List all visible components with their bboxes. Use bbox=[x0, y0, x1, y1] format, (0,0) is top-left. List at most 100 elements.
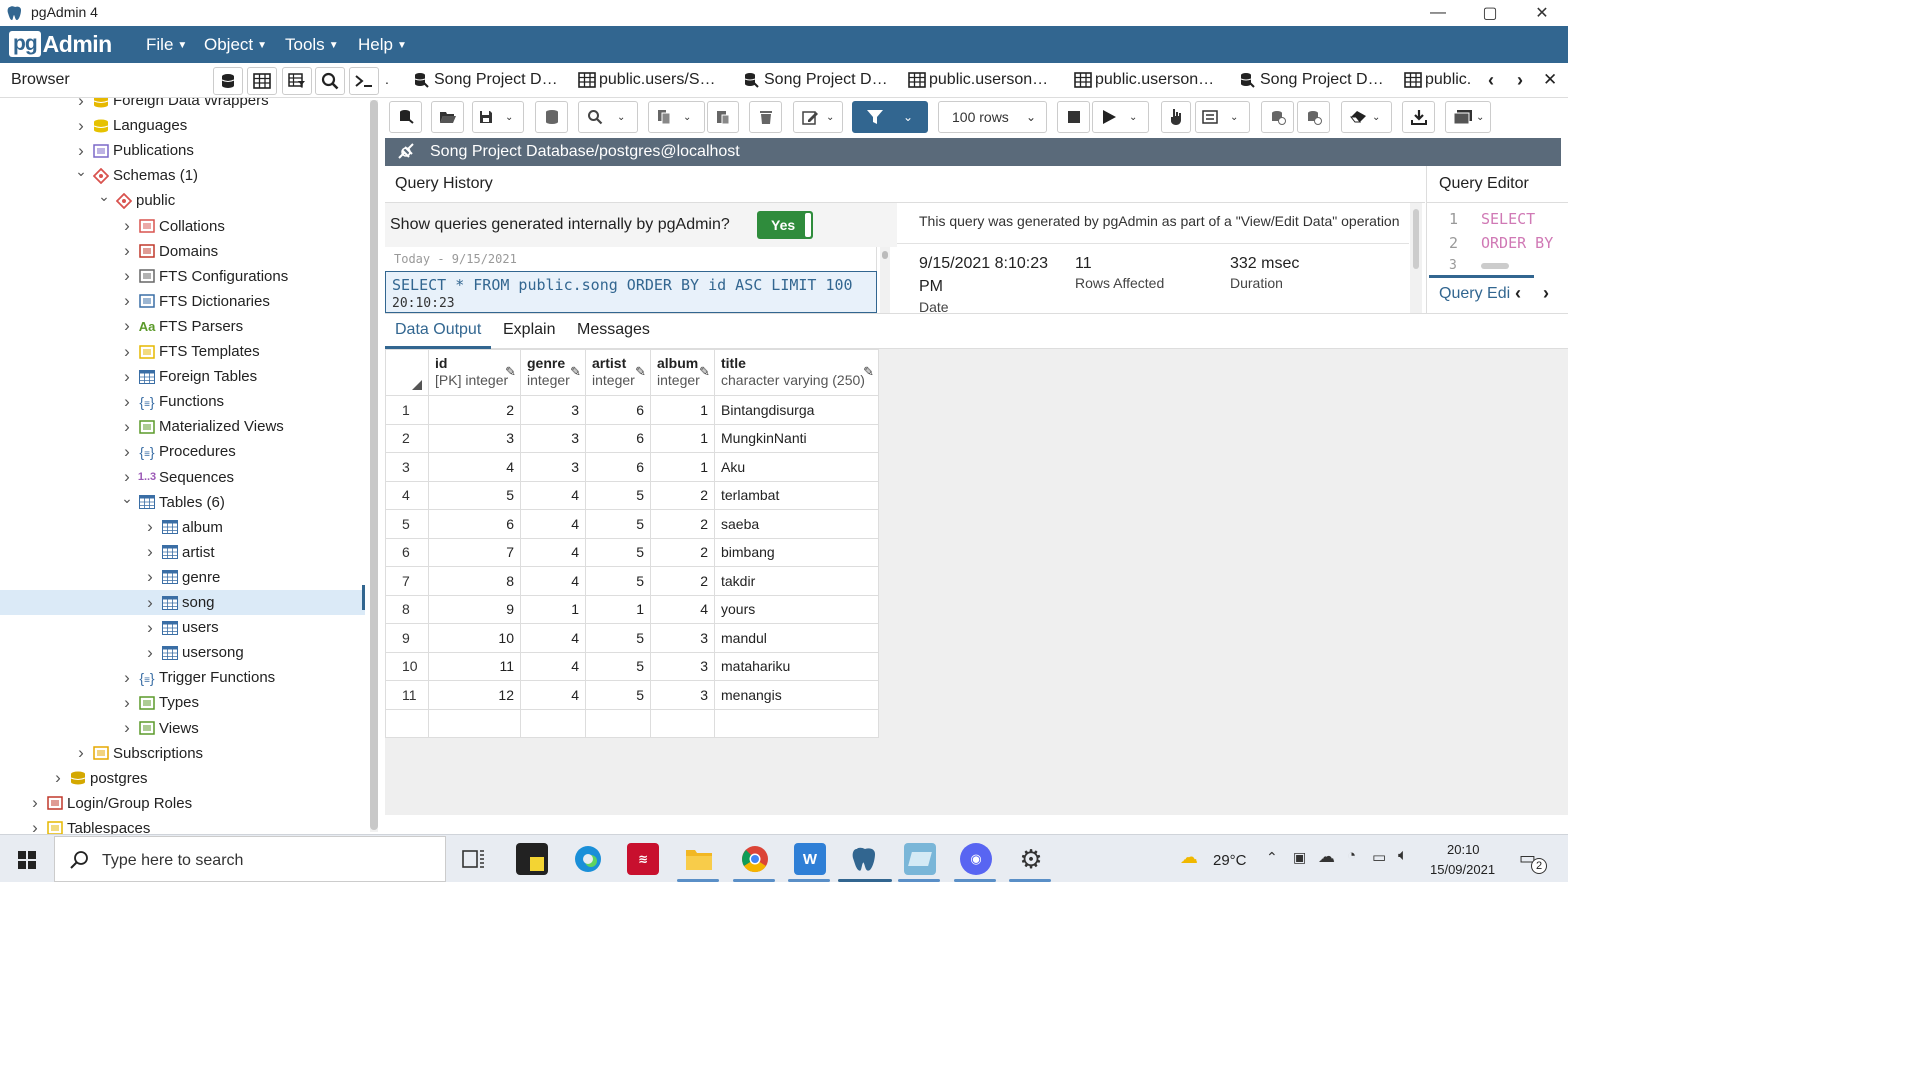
table-row[interactable]: 6 7 4 5 2 bimbang bbox=[385, 537, 879, 567]
settings-gear-icon[interactable]: ⚙ bbox=[1015, 843, 1047, 875]
chevron-right-icon[interactable]: › bbox=[120, 342, 134, 362]
table-row[interactable]: 9 10 4 5 3 mandul bbox=[385, 623, 879, 653]
query-editor-body[interactable]: 1 SELECT 2 ORDER BY 3 bbox=[1426, 203, 1568, 275]
tree-item-languages[interactable]: › Languages bbox=[0, 113, 365, 138]
grid-cell[interactable]: 3 bbox=[520, 423, 586, 453]
copy-button[interactable]: ⌄ bbox=[648, 101, 705, 133]
tree-item-trigger-functions[interactable]: › {≡} Trigger Functions bbox=[0, 665, 365, 690]
stop-button[interactable] bbox=[1057, 101, 1090, 133]
grid-cell[interactable] bbox=[385, 708, 429, 738]
grid-cell[interactable]: takdir bbox=[714, 566, 879, 596]
chevron-down-icon[interactable]: ⌄ bbox=[74, 163, 88, 180]
history-detail-scrollbar[interactable] bbox=[1410, 203, 1422, 313]
row-number[interactable]: 2 bbox=[385, 423, 429, 453]
chevron-right-icon[interactable]: › bbox=[51, 768, 65, 788]
psql-tool-button[interactable] bbox=[349, 67, 379, 95]
minimize-button[interactable]: — bbox=[1412, 0, 1464, 26]
grid-cell[interactable]: 6 bbox=[585, 452, 651, 482]
chevron-down-icon[interactable]: ⌄ bbox=[617, 112, 625, 123]
grid-cell[interactable]: 1 bbox=[650, 423, 715, 453]
editor-h-scrollbar[interactable] bbox=[1481, 263, 1509, 269]
column-header-title[interactable]: title character varying (250) ✎ bbox=[714, 349, 879, 396]
onedrive-cloud-icon[interactable]: ☁ bbox=[1318, 847, 1335, 867]
row-number[interactable]: 7 bbox=[385, 566, 429, 596]
grid-cell[interactable]: 3 bbox=[520, 395, 586, 425]
weather-icon[interactable]: ☁ bbox=[1180, 847, 1198, 868]
chevron-down-icon[interactable]: ⌄ bbox=[683, 112, 691, 123]
grid-cell[interactable]: 5 bbox=[585, 480, 651, 510]
chevron-down-icon[interactable]: ⌄ bbox=[1230, 112, 1238, 123]
menu-help[interactable]: Help ▼ bbox=[358, 35, 407, 55]
grid-cell[interactable]: 5 bbox=[585, 680, 651, 710]
grid-cell[interactable]: 2 bbox=[650, 537, 715, 567]
tree-item-procedures[interactable]: › {≡} Procedures bbox=[0, 439, 365, 464]
grid-cell[interactable]: 1 bbox=[650, 395, 715, 425]
chevron-right-icon[interactable]: › bbox=[143, 618, 157, 638]
select-all-icon[interactable] bbox=[412, 380, 422, 390]
tree-item-public[interactable]: ⌄ public bbox=[0, 188, 365, 213]
chevron-right-icon[interactable]: › bbox=[28, 793, 42, 813]
chevron-right-icon[interactable]: › bbox=[74, 743, 88, 763]
tab-explain[interactable]: Explain bbox=[503, 321, 555, 339]
editor-tab[interactable]: public.userson… bbox=[908, 71, 1048, 89]
grid-cell[interactable]: 4 bbox=[650, 594, 715, 624]
grid-cell[interactable]: 5 bbox=[585, 537, 651, 567]
meet-icon[interactable]: ▣ bbox=[1293, 849, 1306, 866]
grid-cell[interactable]: 4 bbox=[428, 452, 521, 482]
chevron-right-icon[interactable]: › bbox=[74, 116, 88, 136]
tree-item-sequences[interactable]: › 1..3 Sequences bbox=[0, 465, 365, 490]
task-view-icon[interactable] bbox=[462, 849, 486, 869]
grid-cell[interactable]: 4 bbox=[520, 509, 586, 539]
filtered-rows-button[interactable] bbox=[282, 67, 312, 95]
menu-tools[interactable]: Tools ▼ bbox=[285, 35, 339, 55]
chevron-right-icon[interactable]: › bbox=[120, 392, 134, 412]
grid-cell[interactable]: Aku bbox=[714, 452, 879, 482]
chevron-right-icon[interactable]: › bbox=[143, 593, 157, 613]
file-explorer-icon[interactable] bbox=[683, 843, 715, 875]
grid-cell[interactable]: 3 bbox=[650, 651, 715, 681]
row-number[interactable]: 3 bbox=[385, 452, 429, 482]
grid-cell[interactable] bbox=[428, 708, 521, 738]
browser-scrollbar[interactable] bbox=[370, 100, 378, 832]
tree-item-domains[interactable]: › Domains bbox=[0, 239, 365, 264]
chevron-right-icon[interactable]: › bbox=[120, 367, 134, 387]
scrollbar-thumb[interactable] bbox=[1413, 209, 1419, 269]
table-row[interactable]: 7 8 4 5 2 takdir bbox=[385, 566, 879, 596]
chevron-right-icon[interactable]: › bbox=[120, 241, 134, 261]
grid-cell[interactable]: 1 bbox=[520, 594, 586, 624]
chevron-right-icon[interactable]: › bbox=[74, 98, 88, 111]
chevron-right-icon[interactable]: › bbox=[1543, 283, 1549, 304]
grid-cell[interactable]: 4 bbox=[520, 480, 586, 510]
chevron-down-icon[interactable]: ⌄ bbox=[1476, 112, 1484, 123]
chevron-down-icon[interactable]: ⌄ bbox=[903, 110, 913, 124]
menu-file[interactable]: File ▼ bbox=[146, 35, 187, 55]
column-header-id[interactable]: id [PK] integer ✎ bbox=[428, 349, 521, 396]
chevron-left-icon[interactable]: ‹ bbox=[1515, 283, 1521, 304]
editor-tab[interactable]: Song Project D… bbox=[1239, 71, 1384, 89]
maximize-button[interactable]: ▢ bbox=[1464, 0, 1516, 26]
save-file-button[interactable]: ⌄ bbox=[472, 101, 524, 133]
battery-icon[interactable]: ▭ bbox=[1372, 848, 1386, 866]
close-window-button[interactable]: ✕ bbox=[1516, 0, 1568, 26]
grid-cell[interactable]: 7 bbox=[428, 537, 521, 567]
pgadmin-taskbar-icon[interactable] bbox=[849, 843, 881, 875]
grid-cell[interactable]: 4 bbox=[520, 623, 586, 653]
close-tab-icon[interactable]: ✕ bbox=[1543, 70, 1557, 90]
internal-queries-toggle[interactable]: Yes bbox=[757, 211, 813, 239]
tab-scroll-right-icon[interactable]: › bbox=[1517, 70, 1523, 91]
tree-item-tables-6[interactable]: ⌄ Tables (6) bbox=[0, 490, 365, 515]
table-row[interactable]: 10 11 4 5 3 matahariku bbox=[385, 651, 879, 681]
row-number[interactable]: 5 bbox=[385, 509, 429, 539]
grid-cell[interactable] bbox=[714, 708, 879, 738]
row-number[interactable]: 8 bbox=[385, 594, 429, 624]
query-editor-tab[interactable]: Query Edi bbox=[1439, 285, 1510, 303]
grid-cell[interactable]: 8 bbox=[428, 566, 521, 596]
table-row[interactable]: 3 4 3 6 1 Aku bbox=[385, 452, 879, 482]
search-objects-button[interactable] bbox=[315, 67, 345, 95]
find-button[interactable]: ⌄ bbox=[578, 101, 638, 133]
tree-item-subscriptions[interactable]: › Subscriptions bbox=[0, 741, 365, 766]
chevron-right-icon[interactable]: › bbox=[120, 693, 134, 713]
row-number[interactable]: 10 bbox=[385, 651, 429, 681]
grid-cell[interactable]: 10 bbox=[428, 623, 521, 653]
tree-item-fts-templates[interactable]: › FTS Templates bbox=[0, 339, 365, 364]
